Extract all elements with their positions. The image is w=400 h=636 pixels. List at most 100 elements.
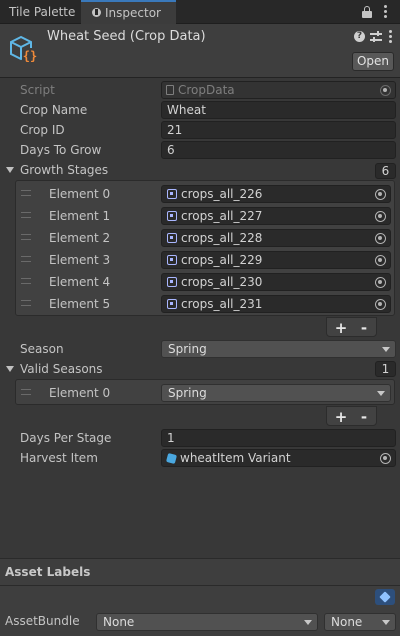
more-options-icon[interactable]: [384, 4, 388, 20]
harvest-item-field[interactable]: wheatItem Variant: [161, 449, 396, 467]
element-label: Element 3: [49, 253, 111, 267]
drag-handle-icon[interactable]: [21, 389, 31, 395]
sprite-value: crops_all_228: [181, 231, 263, 245]
growth-stages-list: Element 0 crops_all_226 Element 1 crops_…: [15, 180, 395, 316]
scriptable-object-icon: {}: [8, 33, 40, 65]
assetbundle-value: None: [103, 615, 135, 629]
script-file-icon: [166, 85, 174, 95]
sprite-icon: [167, 255, 177, 265]
add-element-button[interactable]: +: [330, 407, 352, 427]
days-to-grow-input[interactable]: 6: [161, 141, 396, 159]
element-label: Element 0: [49, 386, 111, 400]
help-icon[interactable]: ?: [354, 31, 365, 42]
asset-label-tag-icon[interactable]: [375, 589, 395, 605]
script-label: Script: [20, 83, 55, 97]
asset-labels-panel: Asset Labels AssetBundle None None: [0, 558, 400, 636]
sprite-icon: [167, 233, 177, 243]
sprite-value: crops_all_227: [181, 209, 263, 223]
variant-value: None: [331, 615, 363, 629]
element-label: Element 4: [49, 275, 111, 289]
sprite-icon: [167, 277, 177, 287]
assetbundle-dropdown[interactable]: None: [96, 613, 318, 631]
valid-season-dropdown[interactable]: Spring: [161, 384, 391, 402]
crop-name-label: Crop Name: [20, 103, 88, 117]
list-item: Element 4 crops_all_230: [16, 271, 394, 293]
object-picker-icon[interactable]: [375, 255, 386, 266]
script-field: CropData: [161, 81, 396, 99]
element-label: Element 2: [49, 231, 111, 245]
chevron-down-icon: [382, 620, 390, 625]
sprite-icon: [167, 211, 177, 221]
sprite-value: crops_all_231: [181, 297, 263, 311]
valid-seasons-count[interactable]: 1: [375, 361, 396, 377]
preset-sliders-icon[interactable]: [370, 31, 382, 42]
object-picker-icon[interactable]: [375, 299, 386, 310]
tab-tile-palette-label: Tile Palette: [9, 5, 76, 19]
growth-stages-add-remove: + -: [326, 317, 377, 337]
object-picker-icon[interactable]: [375, 211, 386, 222]
element-label: Element 5: [49, 297, 111, 311]
valid-season-value: Spring: [168, 386, 207, 400]
drag-handle-icon[interactable]: [21, 234, 31, 240]
open-button[interactable]: Open: [352, 52, 394, 71]
drag-handle-icon[interactable]: [21, 300, 31, 306]
days-to-grow-label: Days To Grow: [20, 143, 102, 157]
growth-stages-foldout-icon[interactable]: [6, 167, 14, 173]
add-element-button[interactable]: +: [330, 318, 352, 338]
object-picker-icon[interactable]: [375, 233, 386, 244]
element-label: Element 0: [49, 187, 111, 201]
tab-inspector-label: Inspector: [105, 6, 161, 20]
drag-handle-icon[interactable]: [21, 190, 31, 196]
sprite-field[interactable]: crops_all_227: [161, 207, 391, 225]
list-item: Element 1 crops_all_227: [16, 205, 394, 227]
inspector-tab-icon: [92, 8, 101, 17]
assetbundle-variant-dropdown[interactable]: None: [324, 613, 396, 631]
list-item: Element 0 crops_all_226: [16, 183, 394, 205]
valid-seasons-add-remove: + -: [326, 406, 377, 426]
divider: [0, 585, 400, 586]
component-menu-icon[interactable]: [389, 29, 392, 43]
drag-handle-icon[interactable]: [21, 212, 31, 218]
sprite-field[interactable]: crops_all_228: [161, 229, 391, 247]
list-item: Element 0 Spring: [16, 382, 394, 404]
sprite-field[interactable]: crops_all_226: [161, 185, 391, 203]
sprite-field[interactable]: crops_all_229: [161, 251, 391, 269]
crop-name-input[interactable]: Wheat: [161, 101, 396, 119]
harvest-item-value: wheatItem Variant: [180, 451, 291, 465]
valid-seasons-foldout-icon[interactable]: [6, 366, 14, 372]
list-item: Element 3 crops_all_229: [16, 249, 394, 271]
object-picker-icon[interactable]: [375, 189, 386, 200]
drag-handle-icon[interactable]: [21, 256, 31, 262]
harvest-item-label: Harvest Item: [20, 451, 98, 465]
valid-seasons-label[interactable]: Valid Seasons: [20, 359, 103, 379]
list-item: Element 2 crops_all_228: [16, 227, 394, 249]
header-title: Wheat Seed (Crop Data): [47, 29, 206, 44]
sprite-value: crops_all_226: [181, 187, 263, 201]
sprite-icon: [167, 189, 177, 199]
script-value: CropData: [178, 83, 235, 97]
chevron-down-icon: [377, 391, 385, 396]
sprite-value: crops_all_230: [181, 275, 263, 289]
crop-id-label: Crop ID: [20, 123, 65, 137]
valid-seasons-list: Element 0 Spring: [15, 379, 395, 405]
asset-labels-title: Asset Labels: [5, 565, 91, 579]
lock-icon[interactable]: [362, 6, 372, 18]
sprite-field[interactable]: crops_all_231: [161, 295, 391, 313]
tab-inspector[interactable]: Inspector: [81, 0, 176, 24]
chevron-down-icon: [304, 620, 312, 625]
object-picker-icon[interactable]: [375, 277, 386, 288]
days-per-stage-input[interactable]: 1: [161, 429, 396, 447]
season-label: Season: [20, 342, 64, 356]
tab-tile-palette[interactable]: Tile Palette: [0, 0, 80, 24]
drag-handle-icon[interactable]: [21, 278, 31, 284]
crop-id-input[interactable]: 21: [161, 121, 396, 139]
growth-stages-count[interactable]: 6: [375, 163, 396, 179]
season-dropdown[interactable]: Spring: [161, 340, 396, 358]
sprite-field[interactable]: crops_all_230: [161, 273, 391, 291]
sprite-icon: [167, 299, 177, 309]
object-picker-icon[interactable]: [380, 453, 391, 464]
growth-stages-label[interactable]: Growth Stages: [20, 160, 108, 180]
days-per-stage-label: Days Per Stage: [20, 431, 112, 445]
remove-element-button[interactable]: -: [353, 318, 375, 338]
remove-element-button[interactable]: -: [353, 407, 375, 427]
